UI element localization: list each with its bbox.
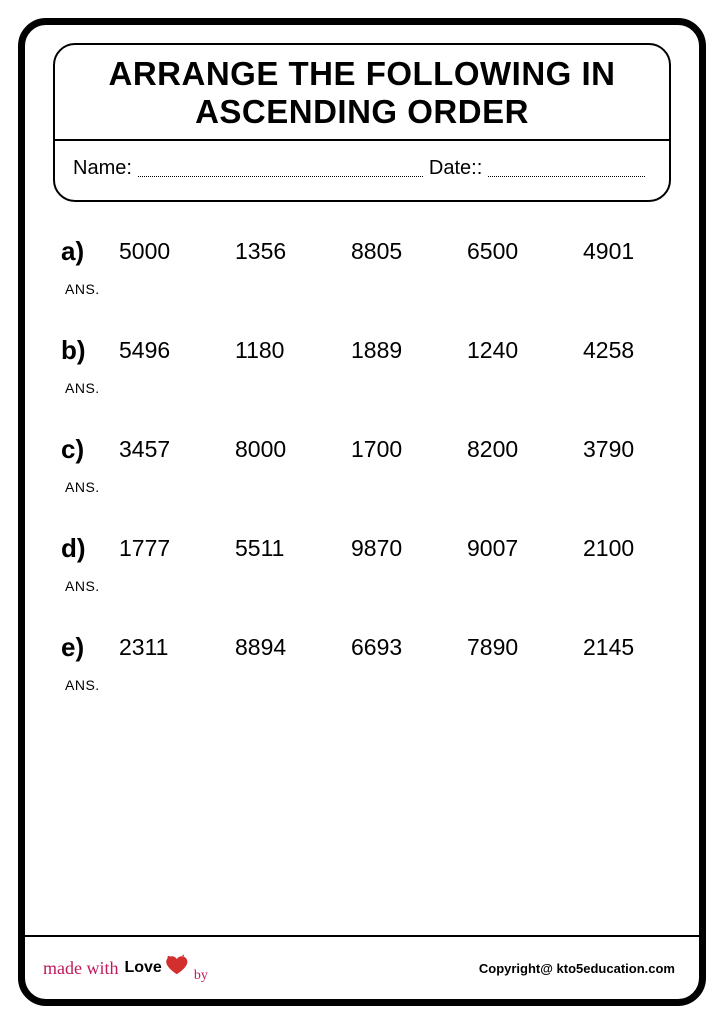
problem-letter: e): [61, 632, 119, 663]
number-value: 3790: [583, 436, 653, 463]
footer: made with Love by Copyright@ kto5educati…: [25, 935, 699, 999]
problem-letter: c): [61, 434, 119, 465]
date-label: Date::: [429, 157, 482, 180]
problem-b: b) 5496 1180 1889 1240 4258 ANS.: [61, 325, 663, 418]
number-value: 8000: [235, 436, 305, 463]
number-value: 5000: [119, 238, 189, 265]
problem-row: a) 5000 1356 8805 6500 4901: [61, 226, 663, 281]
name-input-line[interactable]: [138, 159, 423, 177]
number-value: 1240: [467, 337, 537, 364]
problems-area: a) 5000 1356 8805 6500 4901 ANS. b) 5496…: [25, 202, 699, 935]
number-value: 6693: [351, 634, 421, 661]
worksheet-page: ARRANGE THE FOLLOWING IN ASCENDING ORDER…: [18, 18, 706, 1006]
number-value: 2145: [583, 634, 653, 661]
number-value: 1889: [351, 337, 421, 364]
number-list: 5496 1180 1889 1240 4258: [119, 337, 663, 364]
number-value: 1777: [119, 535, 189, 562]
page-title: ARRANGE THE FOLLOWING IN ASCENDING ORDER: [55, 45, 669, 141]
problem-row: c) 3457 8000 1700 8200 3790: [61, 424, 663, 479]
love-text: Love: [124, 960, 161, 976]
number-value: 8200: [467, 436, 537, 463]
number-value: 1356: [235, 238, 305, 265]
problem-row: d) 1777 5511 9870 9007 2100: [61, 523, 663, 578]
number-value: 4901: [583, 238, 653, 265]
number-value: 3457: [119, 436, 189, 463]
number-value: 6500: [467, 238, 537, 265]
number-value: 2311: [119, 634, 189, 661]
problem-e: e) 2311 8894 6693 7890 2145 ANS.: [61, 622, 663, 715]
problem-d: d) 1777 5511 9870 9007 2100 ANS.: [61, 523, 663, 616]
problem-row: e) 2311 8894 6693 7890 2145: [61, 622, 663, 677]
problem-a: a) 5000 1356 8805 6500 4901 ANS.: [61, 226, 663, 319]
name-label: Name:: [73, 157, 132, 180]
number-value: 7890: [467, 634, 537, 661]
date-input-line[interactable]: [488, 159, 645, 177]
number-value: 9870: [351, 535, 421, 562]
answer-label: ANS.: [61, 578, 663, 616]
made-with-text: made with: [43, 959, 118, 977]
number-value: 1180: [235, 337, 305, 364]
answer-label: ANS.: [61, 380, 663, 418]
heart-icon: [164, 953, 190, 983]
problem-c: c) 3457 8000 1700 8200 3790 ANS.: [61, 424, 663, 517]
problem-letter: b): [61, 335, 119, 366]
problem-letter: a): [61, 236, 119, 267]
answer-label: ANS.: [61, 281, 663, 319]
answer-label: ANS.: [61, 677, 663, 715]
made-with-love: made with Love by: [43, 953, 208, 983]
name-date-row: Name: Date::: [55, 141, 669, 200]
number-value: 2100: [583, 535, 653, 562]
number-list: 3457 8000 1700 8200 3790: [119, 436, 663, 463]
answer-label: ANS.: [61, 479, 663, 517]
number-list: 2311 8894 6693 7890 2145: [119, 634, 663, 661]
number-value: 9007: [467, 535, 537, 562]
number-value: 8805: [351, 238, 421, 265]
header-box: ARRANGE THE FOLLOWING IN ASCENDING ORDER…: [53, 43, 671, 202]
by-text: by: [194, 969, 208, 983]
problem-row: b) 5496 1180 1889 1240 4258: [61, 325, 663, 380]
number-value: 5496: [119, 337, 189, 364]
number-value: 1700: [351, 436, 421, 463]
copyright-text: Copyright@ kto5education.com: [479, 961, 675, 976]
number-list: 5000 1356 8805 6500 4901: [119, 238, 663, 265]
number-list: 1777 5511 9870 9007 2100: [119, 535, 663, 562]
number-value: 5511: [235, 535, 305, 562]
number-value: 4258: [583, 337, 653, 364]
problem-letter: d): [61, 533, 119, 564]
number-value: 8894: [235, 634, 305, 661]
